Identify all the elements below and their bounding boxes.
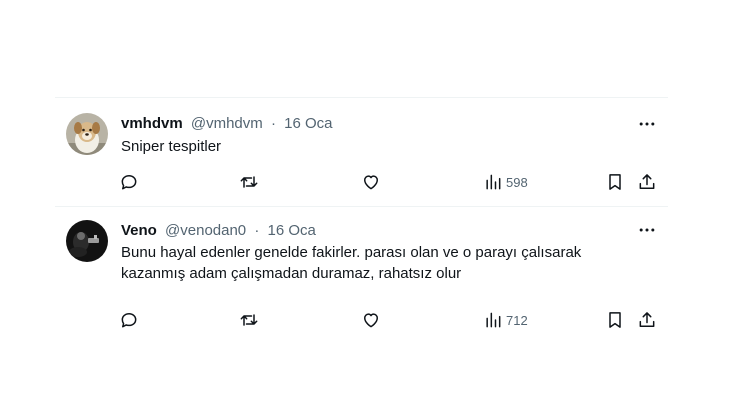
views-button[interactable]: 598 <box>483 171 528 193</box>
bookmark-icon <box>609 174 621 190</box>
action-bar: 598 <box>115 171 663 193</box>
tweet-header: vmhdvm @vmhdvm · 16 Oca <box>121 115 332 133</box>
timestamp[interactable]: 16 Oca <box>284 115 332 132</box>
views-count: 598 <box>506 174 528 190</box>
display-name[interactable]: vmhdvm <box>121 115 183 132</box>
reply-icon <box>121 175 137 190</box>
heart-icon <box>364 175 378 190</box>
more-dots-icon <box>639 122 655 126</box>
separator: · <box>254 222 260 239</box>
bookmark-button[interactable] <box>605 309 625 331</box>
like-button[interactable] <box>361 309 381 331</box>
action-bar: 712 <box>115 309 663 331</box>
bookmark-icon <box>609 312 621 328</box>
avatar[interactable] <box>66 220 108 262</box>
share-icon <box>639 174 655 189</box>
retweet-button[interactable] <box>239 171 259 193</box>
heart-icon <box>364 313 378 328</box>
separator: · <box>270 115 276 132</box>
reply-button[interactable] <box>119 171 139 193</box>
dog-avatar-icon <box>66 113 108 155</box>
handle[interactable]: @vmhdvm <box>191 115 263 132</box>
tweet-text: Sniper tespitler <box>121 138 222 155</box>
reply-button[interactable] <box>119 309 139 331</box>
views-bar-chart-icon <box>486 312 501 328</box>
reply-icon <box>121 313 137 328</box>
views-button[interactable]: 712 <box>483 309 528 331</box>
like-button[interactable] <box>361 171 381 193</box>
more-button[interactable] <box>636 219 658 241</box>
tweet[interactable]: vmhdvm @vmhdvm · 16 Oca Sniper tespitler <box>55 98 668 206</box>
tweet-feed: vmhdvm @vmhdvm · 16 Oca Sniper tespitler <box>55 97 668 341</box>
dark-avatar-icon <box>66 220 108 262</box>
more-dots-icon <box>639 228 655 232</box>
tweet[interactable]: Veno @venodan0 · 16 Oca Bunu hayal edenl… <box>55 207 668 341</box>
bookmark-button[interactable] <box>605 171 625 193</box>
tweet-text: Bunu hayal edenler genelde fakirler. par… <box>121 244 582 282</box>
tweet-header: Veno @venodan0 · 16 Oca <box>121 222 316 240</box>
views-bar-chart-icon <box>486 174 501 190</box>
handle[interactable]: @venodan0 <box>165 222 246 239</box>
retweet-icon <box>240 176 258 188</box>
avatar[interactable] <box>66 113 108 155</box>
share-button[interactable] <box>637 171 657 193</box>
more-button[interactable] <box>636 113 658 135</box>
share-button[interactable] <box>637 309 657 331</box>
retweet-button[interactable] <box>239 309 259 331</box>
views-count: 712 <box>506 312 528 328</box>
display-name[interactable]: Veno <box>121 222 157 239</box>
share-icon <box>639 312 655 327</box>
timestamp[interactable]: 16 Oca <box>268 222 316 239</box>
retweet-icon <box>240 314 258 326</box>
